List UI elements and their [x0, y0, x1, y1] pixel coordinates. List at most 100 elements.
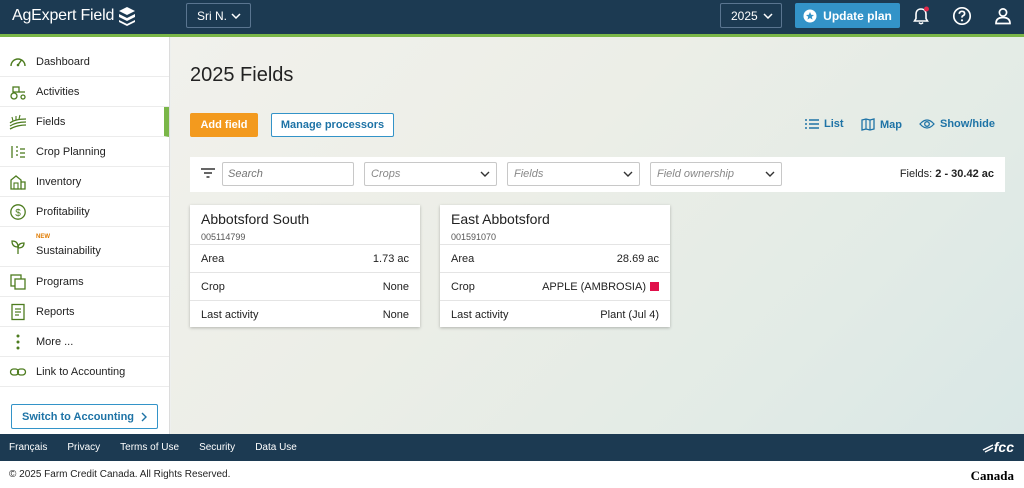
sidebar-item-programs[interactable]: Programs [0, 267, 169, 297]
sidebar-item-dashboard[interactable]: Dashboard [0, 48, 169, 77]
sprout-icon [9, 238, 27, 256]
dollar-icon: $ [9, 203, 27, 221]
sidebar-item-label: Fields [36, 115, 66, 128]
sidebar-item-fields[interactable]: Fields [0, 107, 169, 137]
field-name: East Abbotsford [451, 211, 550, 227]
sidebar-item-link-accounting[interactable]: Link to Accounting [0, 357, 169, 387]
sidebar-item-sustainability[interactable]: NEW Sustainability [0, 227, 169, 267]
search-input[interactable] [222, 162, 354, 186]
update-plan-button[interactable]: Update plan [795, 3, 900, 28]
star-badge-icon [803, 9, 817, 22]
map-view-button[interactable]: Map [861, 118, 902, 131]
fcc-brand: fcc [993, 439, 1014, 455]
activity-label: Last activity [201, 308, 259, 321]
footer-link-francais[interactable]: Français [9, 442, 47, 453]
top-nav-bar: AgExpert Field Sri N. 2025 Update plan [0, 0, 1024, 34]
filter-bar: Crops Fields Field ownership Fields: 2 -… [190, 157, 1005, 192]
list-view-button[interactable]: List [805, 118, 844, 130]
app-name: AgExpert Field [12, 7, 115, 24]
app-logo[interactable]: AgExpert Field [12, 6, 136, 26]
field-card[interactable]: Abbotsford South 005114799 Area 1.73 ac … [190, 205, 420, 327]
sidebar-item-label: More ... [36, 335, 74, 348]
sidebar: Dashboard Activities Fields Crop Plannin… [0, 37, 170, 434]
crop-label: Crop [201, 280, 225, 293]
chevron-down-icon [480, 171, 490, 177]
area-value: 28.69 ac [616, 252, 659, 265]
sidebar-item-label: Dashboard [36, 56, 90, 68]
field-crop-row: Crop None [190, 272, 420, 300]
show-hide-label: Show/hide [940, 118, 995, 130]
filter-icon[interactable] [201, 167, 215, 179]
fields-dropdown[interactable]: Fields [507, 162, 640, 186]
field-rows-icon [9, 113, 27, 131]
list-view-label: List [824, 118, 844, 130]
sidebar-item-label: Profitability [36, 205, 90, 218]
help-circle-icon [952, 6, 972, 26]
footer-link-data-use[interactable]: Data Use [255, 442, 297, 453]
field-name: Abbotsford South [201, 211, 310, 227]
sidebar-item-label: Sustainability [36, 244, 101, 257]
sidebar-item-profitability[interactable]: $ Profitability [0, 197, 169, 227]
fields-count-value: 2 - 30.42 ac [935, 168, 994, 180]
footer-link-privacy[interactable]: Privacy [67, 442, 100, 453]
sidebar-item-label: Reports [36, 305, 75, 318]
gauge-icon [9, 53, 27, 71]
field-activity-row: Last activity None [190, 300, 420, 328]
sidebar-item-label: Crop Planning [36, 145, 106, 158]
field-id: 005114799 [201, 232, 246, 242]
copyright-text: © 2025 Farm Credit Canada. All Rights Re… [9, 469, 231, 480]
new-badge: NEW [36, 234, 50, 240]
sidebar-item-inventory[interactable]: Inventory [0, 167, 169, 197]
switch-to-accounting-button[interactable]: Switch to Accounting [11, 404, 158, 429]
help-button[interactable] [951, 5, 973, 27]
bell-icon [913, 6, 929, 25]
fcc-swoosh-icon [982, 444, 994, 453]
tractor-icon [9, 83, 27, 101]
update-plan-label: Update plan [823, 8, 892, 23]
map-icon [861, 118, 875, 131]
add-field-button[interactable]: Add field [190, 113, 258, 137]
programs-icon [9, 273, 27, 291]
user-icon [995, 8, 1011, 25]
footer-links-bar: Français Privacy Terms of Use Security D… [0, 434, 1024, 461]
year-select[interactable]: 2025 [720, 3, 782, 28]
footer-link-security[interactable]: Security [199, 442, 235, 453]
manage-processors-button[interactable]: Manage processors [271, 113, 394, 137]
activity-value: Plant (Jul 4) [600, 308, 659, 321]
sidebar-item-reports[interactable]: Reports [0, 297, 169, 327]
crop-color-swatch [650, 281, 659, 291]
svg-text:$: $ [15, 208, 21, 219]
more-vertical-icon [9, 333, 27, 351]
crops-placeholder: Crops [371, 168, 401, 180]
crops-dropdown[interactable]: Crops [364, 162, 497, 186]
barn-icon [9, 173, 27, 191]
crop-value: None [382, 280, 409, 293]
show-hide-button[interactable]: Show/hide [919, 118, 995, 130]
field-activity-row: Last activity Plant (Jul 4) [440, 300, 670, 328]
user-select[interactable]: Sri N. [186, 3, 251, 28]
chevron-down-icon [765, 171, 775, 177]
sidebar-item-crop-planning[interactable]: Crop Planning [0, 137, 169, 167]
year-value: 2025 [731, 8, 758, 23]
field-card[interactable]: East Abbotsford 001591070 Area 28.69 ac … [440, 205, 670, 327]
account-button[interactable] [992, 5, 1014, 27]
notifications-button[interactable] [910, 5, 932, 27]
sidebar-item-activities[interactable]: Activities [0, 77, 169, 107]
sidebar-item-label: Link to Accounting [36, 365, 126, 378]
chevron-down-icon [763, 12, 773, 19]
list-icon [805, 119, 819, 129]
field-crop-row: Crop APPLE (AMBROSIA) [440, 272, 670, 300]
footer-link-terms[interactable]: Terms of Use [120, 442, 179, 453]
fcc-logo: fcc [982, 439, 1014, 455]
crop-value: APPLE (AMBROSIA) [542, 280, 646, 293]
activity-label: Last activity [451, 308, 509, 321]
sidebar-item-more[interactable]: More ... [0, 327, 169, 357]
ownership-dropdown[interactable]: Field ownership [650, 162, 782, 186]
crop-label: Crop [451, 280, 475, 293]
copyright-bar: © 2025 Farm Credit Canada. All Rights Re… [0, 461, 1024, 488]
field-id: 001591070 [451, 232, 497, 242]
sidebar-item-label: Programs [36, 275, 84, 288]
area-label: Area [201, 252, 225, 265]
report-icon [9, 303, 27, 321]
map-view-label: Map [880, 118, 902, 131]
